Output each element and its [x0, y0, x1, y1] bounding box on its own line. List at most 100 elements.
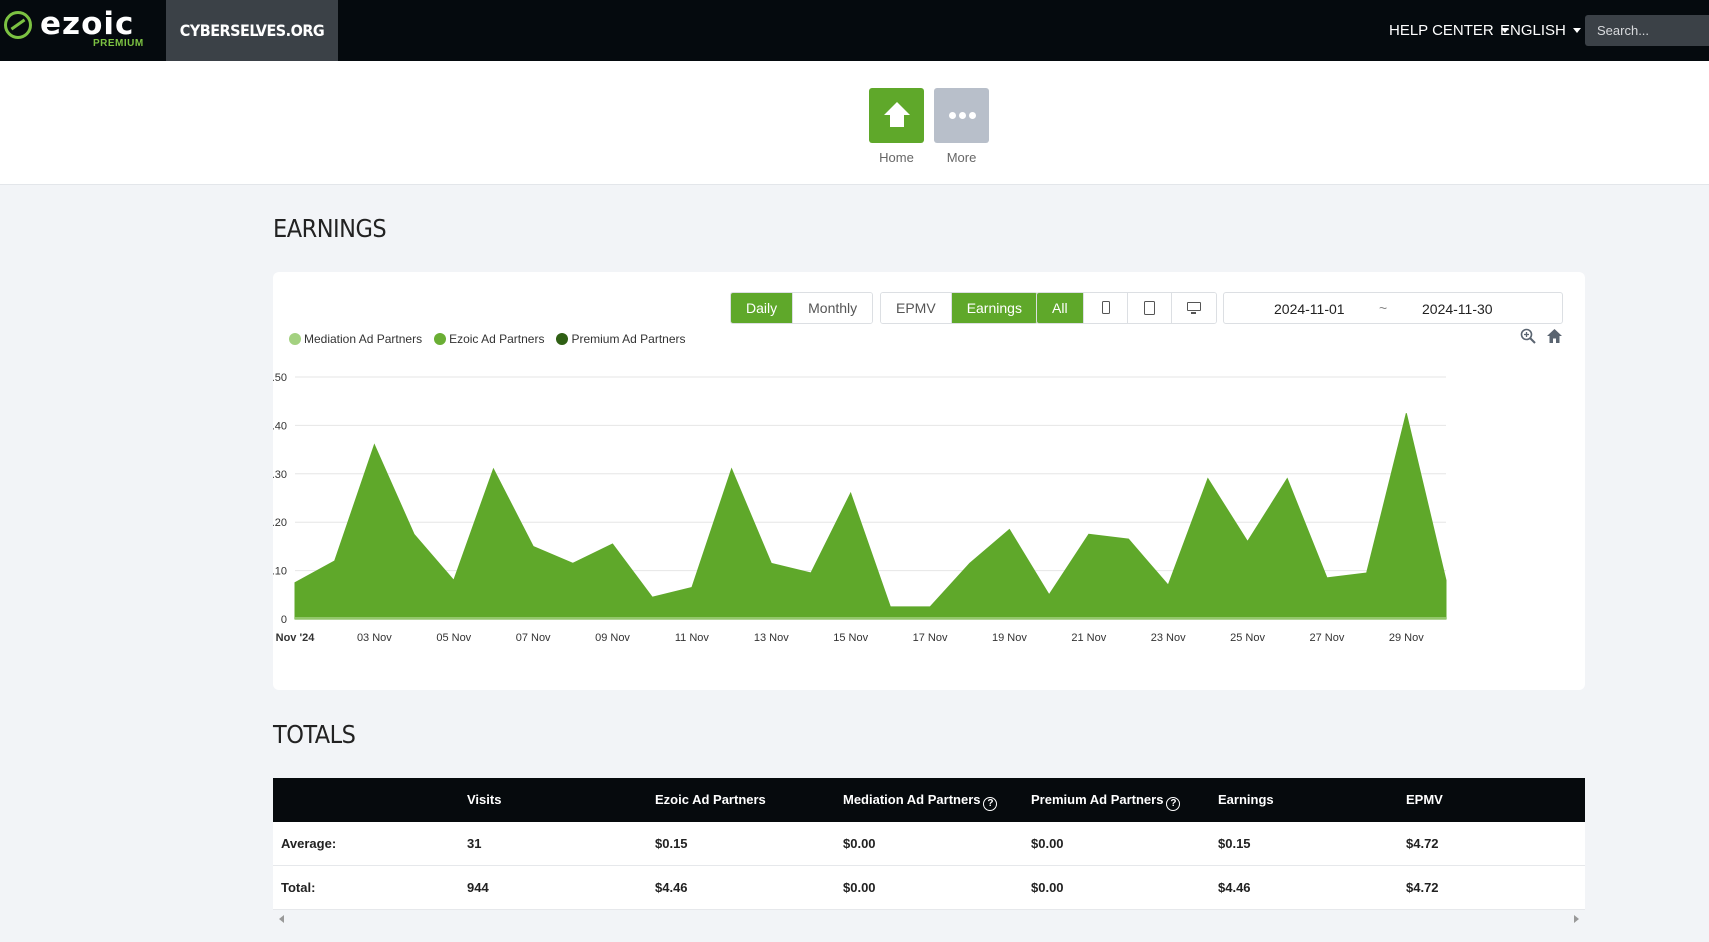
x-tick-label: 03 Nov	[357, 632, 392, 644]
legend-label: Mediation Ad Partners	[304, 332, 423, 346]
x-tick-label: 23 Nov	[1151, 632, 1186, 644]
col-mediation-partners: Mediation Ad Partners?	[843, 778, 998, 822]
logo-subtitle: PREMIUM	[93, 38, 144, 49]
x-tick-label: 13 Nov	[754, 632, 789, 644]
date-end[interactable]: 2024-11-30	[1422, 301, 1493, 317]
row-label: Average:	[281, 836, 337, 851]
table-row: Average: 31 $0.15 $0.00 $0.00 $0.15 $4.7…	[273, 822, 1585, 866]
legend-dot	[289, 333, 301, 345]
more-app-label: More	[946, 150, 977, 165]
legend-dot	[434, 333, 447, 345]
help-question-icon[interactable]: ?	[1166, 797, 1181, 811]
home-icon	[884, 102, 910, 127]
period-toggle: Daily Monthly	[730, 292, 874, 324]
scroll-right-icon[interactable]	[1574, 915, 1579, 923]
ezoic-logo[interactable]: ezoic PREMIUM	[0, 0, 166, 61]
desktop-button[interactable]	[1171, 293, 1216, 323]
y-tick-label: 0.10	[273, 566, 287, 578]
date-start[interactable]: 2024-11-01	[1274, 301, 1345, 317]
x-tick-label: 15 Nov	[833, 632, 868, 644]
tablet-button[interactable]	[1127, 293, 1172, 323]
x-tick-label: 09 Nov	[595, 632, 630, 644]
cell-visits: 944	[467, 880, 489, 895]
earnings-title: EARNINGS	[273, 214, 387, 243]
y-tick-label: 0.50	[273, 372, 287, 384]
cell-visits: 31	[467, 836, 482, 851]
table-horizontal-scrollbar[interactable]	[273, 912, 1585, 926]
tablet-icon	[1143, 301, 1155, 315]
zoom-in-icon[interactable]	[1520, 328, 1536, 344]
series-area-ezoic	[294, 413, 1447, 620]
site-selector[interactable]: CYBERSELVES.ORG	[166, 0, 338, 61]
chart-legend: Mediation Ad Partners Ezoic Ad Partners …	[289, 332, 686, 346]
monthly-button[interactable]: Monthly	[793, 293, 873, 323]
more-dots-icon	[949, 112, 976, 119]
legend-label: Premium Ad Partners	[571, 332, 686, 346]
logo-text: ezoic	[40, 6, 135, 42]
daily-button[interactable]: Daily	[731, 293, 794, 323]
legend-mediation[interactable]: Mediation Ad Partners	[289, 332, 422, 346]
cell-premium: $0.00	[1031, 836, 1064, 851]
x-tick-label: 29 Nov	[1389, 632, 1424, 644]
language-label: ENGLISH	[1500, 22, 1566, 39]
metric-toggle: EPMV Earnings	[880, 292, 1038, 324]
x-tick-label: 07 Nov	[516, 632, 551, 644]
col-epmv: EPMV	[1406, 792, 1443, 807]
cell-ezoic: $4.46	[655, 880, 688, 895]
x-tick-label: 21 Nov	[1071, 632, 1106, 644]
search-input[interactable]	[1585, 15, 1709, 46]
x-tick-label: 11 Nov	[675, 632, 710, 644]
legend-premium[interactable]: Premium Ad Partners	[556, 332, 686, 346]
legend-label: Ezoic Ad Partners	[449, 332, 545, 346]
help-center-menu[interactable]: HELP CENTER	[1389, 0, 1509, 61]
mobile-button[interactable]	[1083, 293, 1128, 323]
cell-earnings: $4.46	[1218, 880, 1251, 895]
scroll-left-icon[interactable]	[279, 915, 284, 923]
cell-premium: $0.00	[1031, 880, 1064, 895]
ezoic-logo-icon	[4, 11, 32, 39]
chevron-down-icon	[1572, 28, 1581, 33]
reset-zoom-home-icon[interactable]	[1546, 328, 1563, 344]
x-tick-label: 19 Nov	[992, 632, 1027, 644]
legend-dot	[556, 333, 569, 345]
cell-epmv: $4.72	[1406, 836, 1439, 851]
row-label: Total:	[281, 880, 316, 895]
earnings-button[interactable]: Earnings	[951, 293, 1037, 323]
cell-ezoic: $0.15	[655, 836, 688, 851]
more-app-button[interactable]	[934, 88, 989, 143]
help-question-icon[interactable]: ?	[983, 797, 998, 811]
x-tick-label: 25 Nov	[1230, 632, 1265, 644]
epmv-button[interactable]: EPMV	[881, 293, 952, 323]
earnings-chart-card: 0 0.10 0.20 0.30 0.40 0.50 Nov '24 03 Nov 05 Nov…	[273, 272, 1585, 690]
totals-table: Visits Ezoic Ad Partners Mediation Ad Pa…	[273, 778, 1585, 910]
language-menu[interactable]: ENGLISH	[1500, 0, 1581, 61]
phone-icon	[1101, 301, 1110, 314]
device-toggle: All	[1036, 292, 1217, 324]
totals-title: TOTALS	[273, 720, 356, 749]
y-tick-label: 0	[281, 614, 287, 626]
help-center-label: HELP CENTER	[1389, 22, 1494, 39]
x-tick-label: Nov '24	[276, 632, 316, 644]
col-earnings: Earnings	[1218, 792, 1274, 807]
col-premium-partners: Premium Ad Partners?	[1031, 778, 1181, 822]
home-app-label: Home	[879, 150, 914, 165]
table-header: Visits Ezoic Ad Partners Mediation Ad Pa…	[273, 778, 1585, 822]
y-tick-label: 0.30	[273, 469, 287, 481]
all-devices-button[interactable]: All	[1037, 293, 1084, 323]
x-tick-label: 27 Nov	[1310, 632, 1345, 644]
legend-ezoic[interactable]: Ezoic Ad Partners	[434, 332, 544, 346]
y-tick-label: 0.40	[273, 420, 287, 432]
cell-mediation: $0.00	[843, 880, 876, 895]
home-app-button[interactable]	[869, 88, 924, 143]
x-tick-label: 17 Nov	[913, 632, 948, 644]
date-separator: ~	[1379, 300, 1388, 316]
x-tick-label: 05 Nov	[436, 632, 471, 644]
col-visits: Visits	[467, 792, 502, 807]
date-range-picker[interactable]: 2024-11-01 ~ 2024-11-30	[1223, 292, 1563, 324]
col-mediation-label: Mediation Ad Partners	[843, 792, 981, 807]
cell-epmv: $4.72	[1406, 880, 1439, 895]
y-tick-label: 0.20	[273, 517, 287, 529]
table-row: Total: 944 $4.46 $0.00 $0.00 $4.46 $4.72	[273, 866, 1585, 910]
cell-earnings: $0.15	[1218, 836, 1251, 851]
col-ezoic-partners: Ezoic Ad Partners	[655, 792, 766, 807]
